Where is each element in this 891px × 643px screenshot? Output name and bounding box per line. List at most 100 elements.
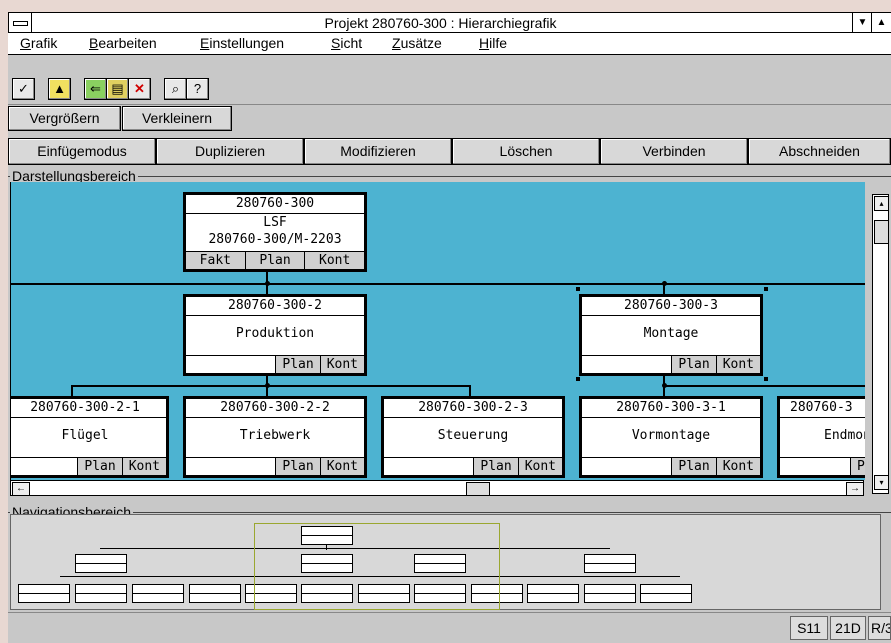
node-id: 280760-300	[186, 195, 364, 214]
modify-button[interactable]: Modifizieren	[304, 138, 452, 165]
node-triebwerk[interactable]: 280760-300-2-2 Triebwerk Plan Kont	[183, 396, 367, 478]
kont-button[interactable]: Kont	[715, 458, 760, 475]
scroll-up-icon[interactable]: ▴	[874, 196, 889, 211]
selection-handle[interactable]	[576, 287, 580, 291]
connector-line	[11, 283, 865, 285]
help-icon[interactable]: ?	[186, 78, 209, 100]
connect-button[interactable]: Verbinden	[600, 138, 748, 165]
title-bar: Projekt 280760-300 : Hierarchiegrafik ▼ …	[8, 12, 891, 33]
zoom-icon[interactable]: ⌕	[164, 78, 187, 100]
insert-mode-button[interactable]: Einfügemodus	[8, 138, 156, 165]
nav-group-line	[8, 512, 891, 513]
nav-mini-node	[584, 584, 636, 603]
node-id: 280760-3	[780, 399, 865, 418]
node-name: Triebwerk	[239, 428, 311, 443]
root-node[interactable]: 280760-300 LSF 280760-300/M-2203 Fakt Pl…	[183, 192, 367, 272]
vertical-scroll-thumb[interactable]	[874, 220, 889, 244]
node-name: Vormontage	[631, 428, 711, 443]
nav-mini-node	[527, 584, 579, 603]
nav-mini-node	[75, 554, 127, 573]
menu-bar: Grafik Bearbeiten Einstellungen Sicht Zu…	[8, 33, 891, 55]
node-fluegel[interactable]: 280760-300-2-1 Flügel Plan Kont	[11, 396, 169, 478]
fakt-button[interactable]: Fakt	[186, 252, 245, 269]
window-title: Projekt 280760-300 : Hierarchiegrafik	[324, 15, 557, 31]
menu-zusaetze[interactable]: Zusätze	[392, 35, 442, 51]
delete-x-icon[interactable]: ✕	[128, 78, 151, 100]
nav-mini-node	[189, 584, 241, 603]
mode-toolbar: Einfügemodus Duplizieren Modifizieren Lö…	[8, 138, 891, 166]
horizontal-scroll-thumb[interactable]	[466, 482, 490, 496]
menu-einstellungen[interactable]: Einstellungen	[200, 35, 284, 51]
node-buttons: Plan Kont	[11, 457, 166, 475]
check-icon[interactable]: ✓	[12, 78, 35, 100]
delete-button[interactable]: Löschen	[452, 138, 600, 165]
plan-button[interactable]: Pl	[850, 458, 865, 475]
nav-mini-node	[584, 554, 636, 573]
node-buttons: Plan Kont	[582, 457, 760, 475]
plan-button[interactable]: Plan	[473, 458, 518, 475]
selection-handle[interactable]	[764, 377, 768, 381]
menu-sicht[interactable]: Sicht	[331, 35, 362, 51]
cut-label: Abschneiden	[779, 143, 860, 159]
plan-button[interactable]: Plan	[671, 458, 716, 475]
kont-button[interactable]: Kont	[121, 458, 166, 475]
minimize-button[interactable]: ▼	[852, 13, 872, 32]
node-buttons: Pl	[780, 457, 865, 475]
node-produktion[interactable]: 280760-300-2 Produktion Plan Kont	[183, 294, 367, 376]
plan-button[interactable]: Plan	[671, 356, 716, 373]
kont-button[interactable]: Kont	[319, 458, 364, 475]
maximize-button[interactable]: ▲	[871, 13, 891, 32]
system-menu-button[interactable]	[9, 13, 32, 32]
horizontal-scrollbar[interactable]: ← →	[10, 480, 864, 496]
cut-button[interactable]: Abschneiden	[748, 138, 891, 165]
plan-button[interactable]: Plan	[77, 458, 122, 475]
node-buttons: Plan Kont	[582, 355, 760, 373]
menu-spacer	[8, 55, 891, 74]
menu-bearbeiten[interactable]: Bearbeiten	[89, 35, 157, 51]
plan-button[interactable]: Plan	[244, 252, 305, 269]
connector-dot	[662, 281, 667, 286]
connector-dot	[662, 383, 667, 388]
zoom-in-button[interactable]: Vergrößern	[8, 106, 121, 131]
node-montage[interactable]: 280760-300-3 Montage Plan Kont	[579, 294, 763, 376]
plan-button[interactable]: Plan	[275, 458, 320, 475]
vertical-scrollbar[interactable]: ▴ ▾	[872, 194, 889, 494]
nav-mini-node	[75, 584, 127, 603]
back-arrow-icon[interactable]: ⇐	[84, 78, 107, 100]
node-buttons: Plan Kont	[186, 457, 364, 475]
node-id: 280760-300-2-1	[11, 399, 166, 418]
duplicate-label: Duplizieren	[194, 143, 266, 159]
scroll-right-icon[interactable]: →	[846, 482, 864, 496]
node-name: Steuerung	[437, 428, 509, 443]
scroll-down-icon[interactable]: ▾	[874, 475, 889, 490]
plan-button[interactable]: Plan	[275, 356, 320, 373]
kont-button[interactable]: Kont	[715, 356, 760, 373]
kont-button[interactable]: Kont	[304, 252, 365, 269]
kont-button[interactable]: Kont	[517, 458, 562, 475]
display-group-line	[8, 176, 891, 177]
node-endmontage[interactable]: 280760-3 Endmon Pl	[777, 396, 865, 478]
scroll-left-icon[interactable]: ←	[12, 482, 30, 496]
status-bar: S11 21D R/3	[8, 612, 891, 643]
node-id: 280760-300-2	[186, 297, 364, 316]
selection-handle[interactable]	[764, 287, 768, 291]
node-buttons: Plan Kont	[384, 457, 562, 475]
display-canvas[interactable]: 280760-300 LSF 280760-300/M-2203 Fakt Pl…	[10, 182, 865, 480]
menu-grafik[interactable]: Grafik	[20, 35, 57, 51]
node-steuerung[interactable]: 280760-300-2-3 Steuerung Plan Kont	[381, 396, 565, 478]
duplicate-button[interactable]: Duplizieren	[156, 138, 304, 165]
nav-mini-node	[640, 584, 692, 603]
node-id: 280760-300-2-2	[186, 399, 364, 418]
nav-viewport-frame[interactable]	[254, 523, 500, 610]
connect-label: Verbinden	[642, 143, 706, 159]
kont-button[interactable]: Kont	[319, 356, 364, 373]
status-client: 21D	[830, 616, 866, 640]
zoom-out-button[interactable]: Verkleinern	[122, 106, 232, 131]
node-name: Produktion	[235, 326, 315, 341]
node-vormontage[interactable]: 280760-300-3-1 Vormontage Plan Kont	[579, 396, 763, 478]
selection-handle[interactable]	[576, 377, 580, 381]
menu-hilfe[interactable]: Hilfe	[479, 35, 507, 51]
open-folder-icon[interactable]: ▲	[48, 78, 71, 100]
exit-door-icon[interactable]: ▤	[106, 78, 129, 100]
node-buttons: Fakt Plan Kont	[186, 251, 365, 269]
